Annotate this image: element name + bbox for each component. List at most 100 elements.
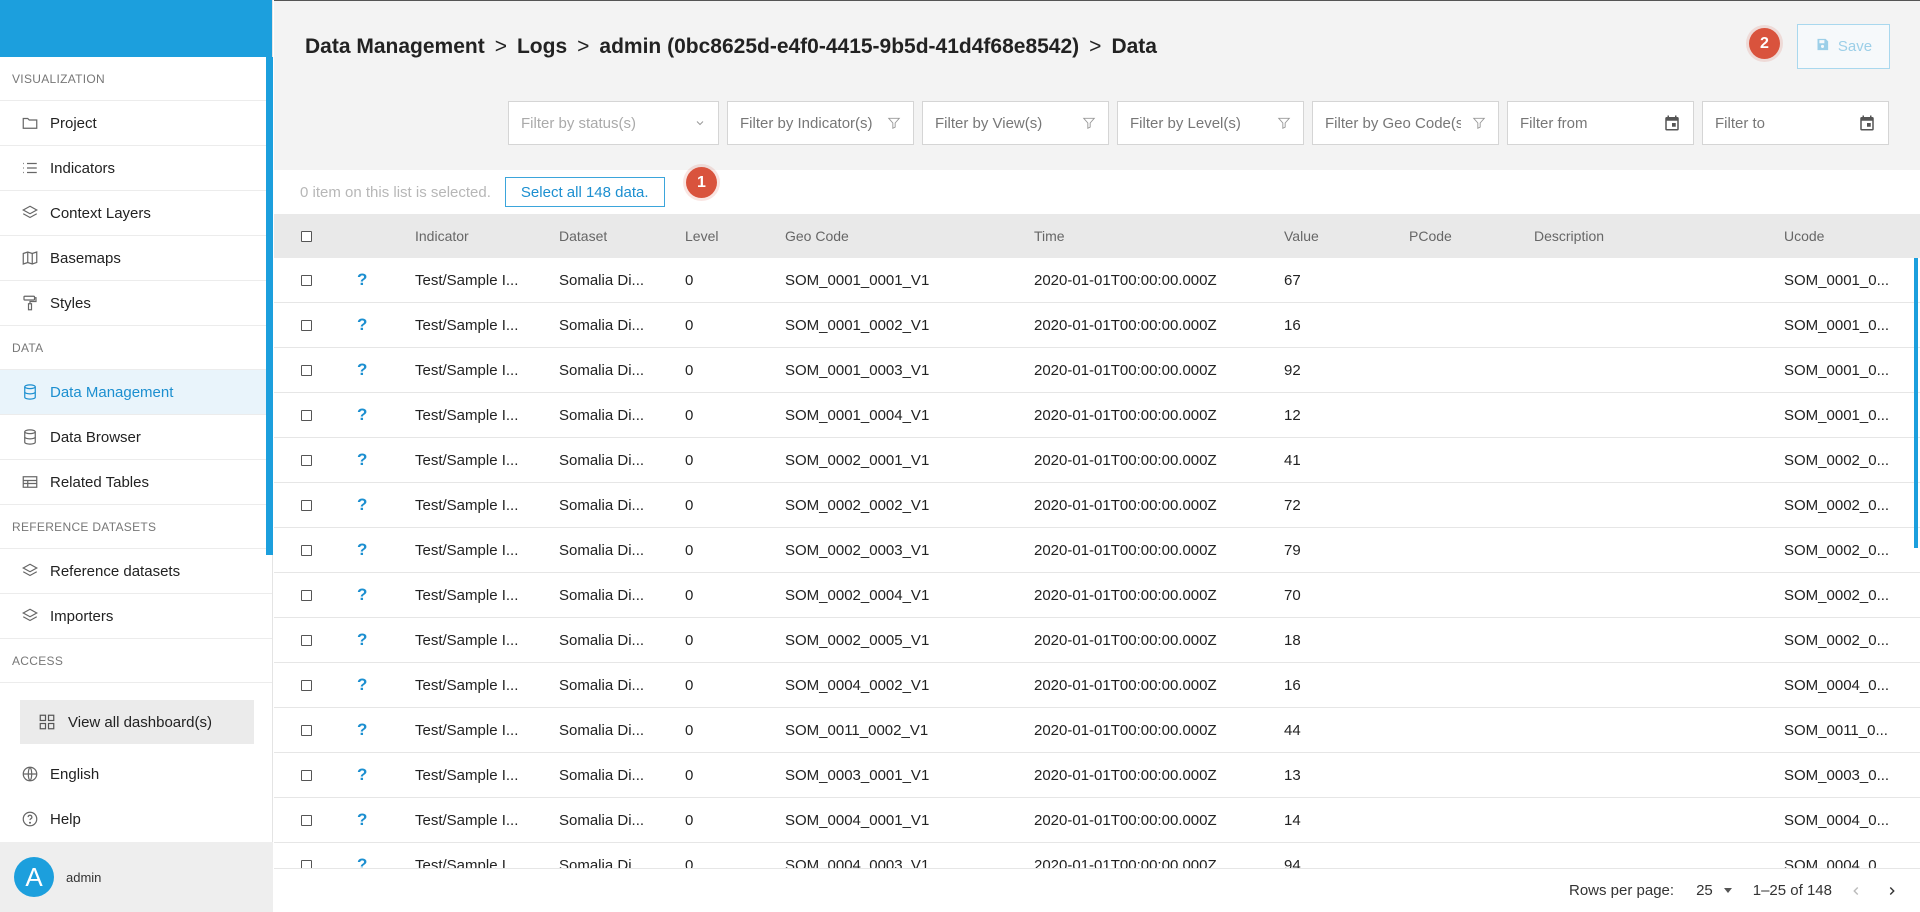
status-unknown-icon[interactable]: ? (357, 258, 367, 302)
row-checkbox[interactable] (301, 409, 312, 421)
status-unknown-icon[interactable]: ? (357, 438, 367, 482)
sidebar-item-related-tables[interactable]: Related Tables (0, 460, 272, 505)
status-unknown-icon[interactable]: ? (357, 393, 367, 437)
sidebar-item-reference-datasets[interactable]: Reference datasets (0, 549, 272, 594)
row-checkbox[interactable] (301, 364, 312, 376)
view-all-dashboards-button[interactable]: View all dashboard(s) (20, 700, 254, 744)
cell-indicator: Test/Sample I... (415, 316, 519, 334)
filter-icon (1472, 116, 1486, 130)
table-row[interactable]: ? Test/Sample I... Somalia Di... 0 SOM_0002_… (274, 438, 1920, 483)
sidebar-item-data-management[interactable]: Data Management (0, 370, 272, 415)
save-button[interactable]: Save (1797, 24, 1890, 69)
column-header-geo-code[interactable]: Geo Code (785, 214, 849, 258)
filter-level-input[interactable]: Filter by Level(s) (1117, 101, 1304, 145)
row-checkbox[interactable] (301, 544, 312, 556)
cell-dataset: Somalia Di... (559, 271, 645, 289)
filter-indicator-input[interactable]: Filter by Indicator(s) (727, 101, 914, 145)
calendar-icon[interactable] (1858, 114, 1876, 132)
table-row[interactable]: ? Test/Sample I... Somalia Di... 0 SOM_0002_… (274, 573, 1920, 618)
column-header-level[interactable]: Level (685, 214, 718, 258)
filter-to-date[interactable]: Filter to (1702, 101, 1889, 145)
status-unknown-icon[interactable]: ? (357, 663, 367, 707)
status-unknown-icon[interactable]: ? (357, 303, 367, 347)
row-checkbox[interactable] (301, 724, 312, 736)
status-unknown-icon[interactable]: ? (357, 528, 367, 572)
filter-geo-code-input[interactable]: Filter by Geo Code(s) (1312, 101, 1499, 145)
sidebar-item-indicators[interactable]: Indicators (0, 146, 272, 191)
table-row[interactable]: ? Test/Sample I... Somalia Di... 0 SOM_0001_… (274, 393, 1920, 438)
table-scrollbar[interactable] (1914, 258, 1918, 548)
select-all-checkbox[interactable] (301, 230, 312, 242)
cell-indicator: Test/Sample I... (415, 766, 519, 784)
sidebar-item-basemaps[interactable]: Basemaps (0, 236, 272, 281)
avatar[interactable]: A (14, 857, 54, 897)
filter-status-select[interactable]: Filter by status(s) (508, 101, 719, 145)
row-checkbox[interactable] (301, 634, 312, 646)
table-row[interactable]: ? Test/Sample I... Somalia Di... 0 SOM_0002_… (274, 528, 1920, 573)
row-checkbox[interactable] (301, 679, 312, 691)
filter-view-input[interactable]: Filter by View(s) (922, 101, 1109, 145)
column-header-indicator[interactable]: Indicator (415, 214, 469, 258)
breadcrumb-log-item[interactable]: admin (0bc8625d-e4f0-4415-9b5d-41d4f68e8… (599, 35, 1079, 59)
row-checkbox-cell (301, 708, 312, 752)
breadcrumb-data-management[interactable]: Data Management (305, 35, 485, 59)
row-checkbox[interactable] (301, 859, 312, 868)
cell-level: 0 (685, 496, 694, 514)
status-unknown-icon[interactable]: ? (357, 348, 367, 392)
column-header-description[interactable]: Description (1534, 214, 1604, 258)
next-page-button[interactable] (1880, 884, 1904, 898)
row-checkbox[interactable] (301, 589, 312, 601)
status-unknown-icon[interactable]: ? (357, 798, 367, 842)
column-header-pcode[interactable]: PCode (1409, 214, 1452, 258)
column-header-dataset[interactable]: Dataset (559, 214, 607, 258)
table-row[interactable]: ? Test/Sample I... Somalia Di... 0 SOM_0004_… (274, 663, 1920, 708)
table-row[interactable]: ? Test/Sample I... Somalia Di... 0 SOM_0001_… (274, 258, 1920, 303)
sidebar-item-data-browser[interactable]: Data Browser (0, 415, 272, 460)
row-checkbox[interactable] (301, 454, 312, 466)
help-link[interactable]: Help (0, 797, 273, 841)
cell-geo-code: SOM_0011_0002_V1 (785, 721, 929, 739)
table-row[interactable]: ? Test/Sample I... Somalia Di... 0 SOM_0004_… (274, 843, 1920, 868)
filter-to-placeholder: Filter to (1715, 114, 1766, 132)
row-checkbox[interactable] (301, 319, 312, 331)
row-checkbox[interactable] (301, 274, 312, 286)
previous-page-button[interactable] (1844, 884, 1868, 898)
status-unknown-icon[interactable]: ? (357, 843, 367, 868)
sidebar-scrollbar[interactable] (266, 57, 273, 555)
filter-from-date[interactable]: Filter from (1507, 101, 1694, 145)
table-row[interactable]: ? Test/Sample I... Somalia Di... 0 SOM_0002_… (274, 618, 1920, 663)
select-all-button[interactable]: Select all 148 data. (504, 177, 665, 207)
calendar-icon[interactable] (1663, 114, 1681, 132)
cell-ucode: SOM_0001_0... (1784, 361, 1890, 379)
cell-value: 13 (1284, 766, 1301, 784)
row-checkbox[interactable] (301, 814, 312, 826)
table-row[interactable]: ? Test/Sample I... Somalia Di... 0 SOM_0004_… (274, 798, 1920, 843)
column-header-time[interactable]: Time (1034, 214, 1065, 258)
table-row[interactable]: ? Test/Sample I... Somalia Di... 0 SOM_0002_… (274, 483, 1920, 528)
breadcrumb-logs[interactable]: Logs (517, 35, 567, 59)
sidebar-item-importers[interactable]: Importers (0, 594, 272, 639)
table-row[interactable]: ? Test/Sample I... Somalia Di... 0 SOM_0001_… (274, 348, 1920, 393)
table-row[interactable]: ? Test/Sample I... Somalia Di... 0 SOM_0011_… (274, 708, 1920, 753)
database-icon (18, 383, 42, 401)
column-header-value[interactable]: Value (1284, 214, 1319, 258)
status-unknown-icon[interactable]: ? (357, 708, 367, 752)
column-header-ucode[interactable]: Ucode (1784, 214, 1824, 258)
cell-time: 2020-01-01T00:00:00.000Z (1034, 811, 1217, 829)
table-row[interactable]: ? Test/Sample I... Somalia Di... 0 SOM_0001_… (274, 303, 1920, 348)
row-checkbox[interactable] (301, 499, 312, 511)
sidebar-item-context-layers[interactable]: Context Layers (0, 191, 272, 236)
database-icon (18, 428, 42, 446)
sidebar-item-styles[interactable]: Styles (0, 281, 272, 326)
user-menu[interactable]: A admin (0, 842, 273, 912)
status-unknown-icon[interactable]: ? (357, 618, 367, 662)
sidebar-item-project[interactable]: Project (0, 101, 272, 146)
status-unknown-icon[interactable]: ? (357, 483, 367, 527)
row-checkbox[interactable] (301, 769, 312, 781)
rows-per-page-select[interactable]: 25 (1696, 882, 1733, 899)
language-selector[interactable]: English (0, 752, 273, 796)
table-row[interactable]: ? Test/Sample I... Somalia Di... 0 SOM_0003_… (274, 753, 1920, 798)
status-unknown-icon[interactable]: ? (357, 573, 367, 617)
sidebar-item-label: Context Layers (50, 204, 151, 222)
status-unknown-icon[interactable]: ? (357, 753, 367, 797)
